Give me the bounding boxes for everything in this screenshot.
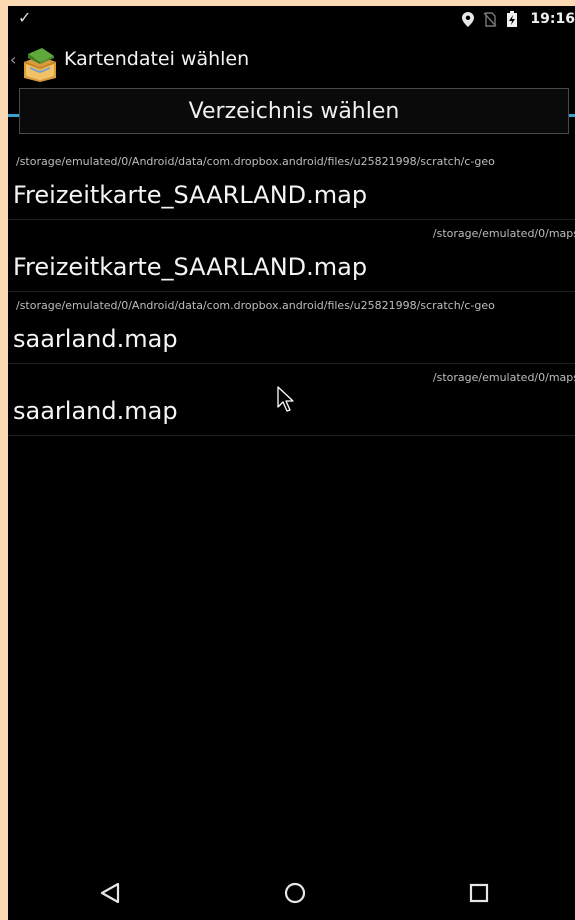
file-path: /storage/emulated/0/Android/data/com.dro… xyxy=(16,299,495,312)
page-title: Kartendatei wählen xyxy=(64,48,250,70)
navigation-bar xyxy=(8,866,575,920)
choose-directory-button[interactable]: Verzeichnis wählen xyxy=(19,88,569,134)
status-icons: 19:16 xyxy=(460,6,575,32)
list-item[interactable]: /storage/emulated/0/Android/data/com.dro… xyxy=(8,148,575,220)
home-icon[interactable] xyxy=(280,878,310,908)
file-path: /storage/emulated/0/maps xyxy=(432,227,575,240)
file-path: /storage/emulated/0/Android/data/com.dro… xyxy=(16,155,495,168)
location-pin-icon xyxy=(460,11,476,27)
device-screen: ✓ 19:16 ‹ Kartendatei wählen Verzeichnis… xyxy=(8,6,575,920)
list-item[interactable]: /storage/emulated/0/Android/data/com.dro… xyxy=(8,292,575,364)
up-navigation-chevron-icon[interactable]: ‹ xyxy=(10,50,16,69)
action-bar: ‹ Kartendatei wählen xyxy=(8,34,575,117)
no-sim-icon xyxy=(482,11,498,27)
mouse-pointer-icon xyxy=(277,386,297,414)
status-bar: ✓ 19:16 xyxy=(8,6,575,32)
file-name: saarland.map xyxy=(13,325,178,353)
file-name: Freizeitkarte_SAARLAND.map xyxy=(13,253,368,281)
file-name: Freizeitkarte_SAARLAND.map xyxy=(13,181,368,209)
check-icon: ✓ xyxy=(18,8,32,27)
recents-icon[interactable] xyxy=(464,878,494,908)
status-time: 19:16 xyxy=(530,11,575,27)
list-item[interactable]: /storage/emulated/0/maps Freizeitkarte_S… xyxy=(8,220,575,292)
file-path: /storage/emulated/0/maps xyxy=(432,371,575,384)
battery-charging-icon xyxy=(504,11,520,27)
back-icon[interactable] xyxy=(96,878,126,908)
file-name: saarland.map xyxy=(13,397,178,425)
app-logo-icon[interactable] xyxy=(20,44,60,84)
